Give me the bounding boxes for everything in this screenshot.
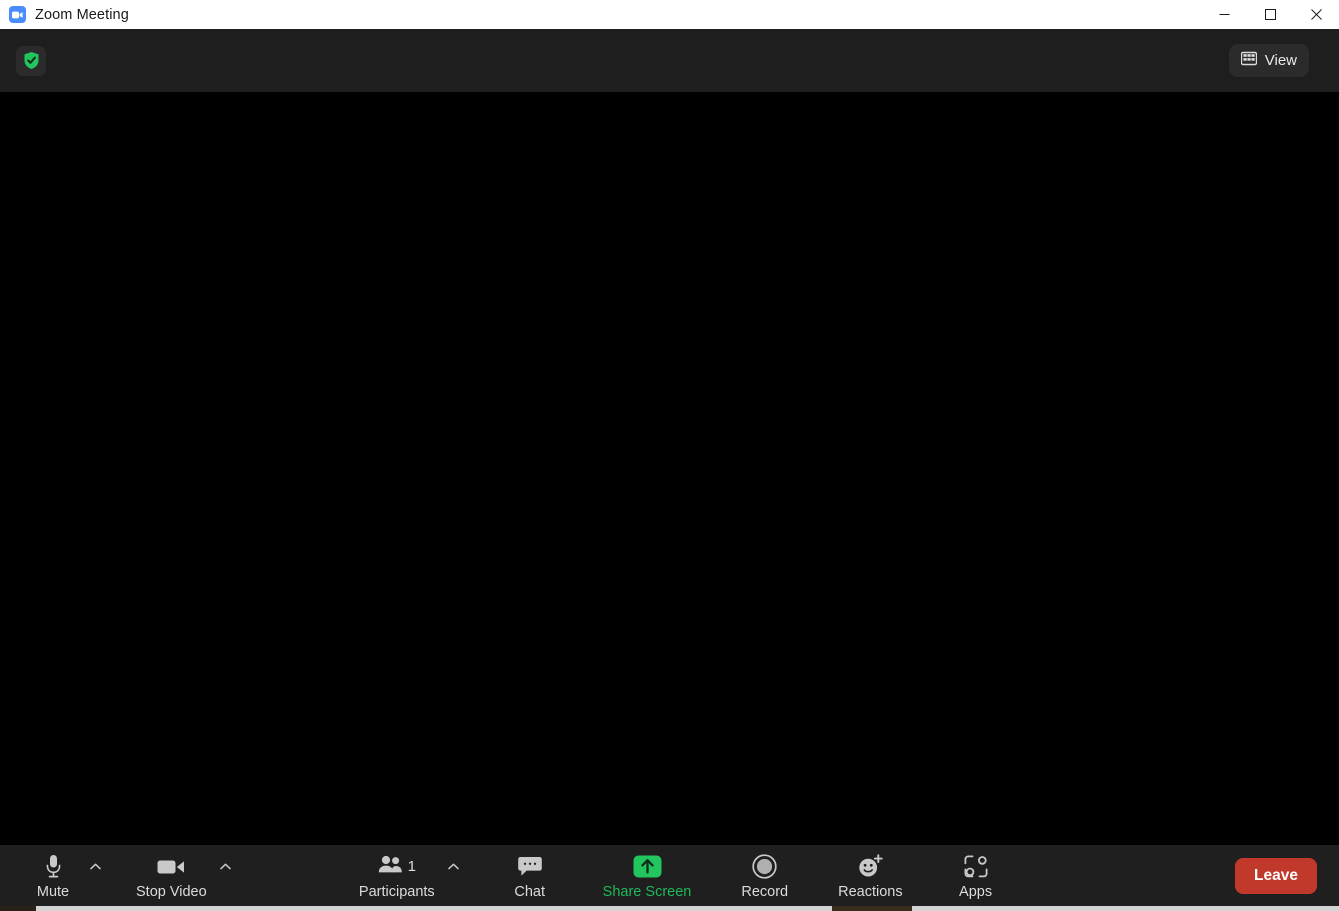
zoom-camera-icon — [9, 6, 26, 23]
chat-button[interactable]: Chat — [499, 850, 561, 902]
toolbar-right-group: Leave — [1235, 857, 1339, 894]
video-stage — [0, 92, 1339, 845]
record-button[interactable]: Record — [733, 850, 796, 902]
video-camera-icon — [157, 854, 185, 880]
participants-count: 1 — [407, 858, 416, 875]
speech-bubble-icon — [517, 854, 542, 880]
share-arrow-up-icon — [633, 854, 662, 880]
meeting-toolbar: Mute Stop Video 1 Participants Chat Shar… — [0, 845, 1339, 906]
participants-button[interactable]: 1 Participants — [351, 850, 443, 902]
apps-button-label: Apps — [959, 883, 993, 900]
reactions-button-label: Reactions — [838, 883, 903, 900]
desktop-edge-strip — [0, 906, 1339, 911]
microphone-icon — [45, 854, 62, 880]
participants-control-group: 1 Participants — [351, 850, 465, 902]
gallery-grid-icon — [1240, 51, 1257, 70]
apps-button[interactable]: Apps — [945, 850, 1007, 902]
record-circle-icon — [752, 854, 777, 880]
toolbar-center-group: 1 Participants Chat Share Screen Record … — [351, 850, 1007, 902]
stop-video-button[interactable]: Stop Video — [128, 850, 215, 902]
share-screen-button[interactable]: Share Screen — [595, 850, 700, 902]
view-button-label: View — [1264, 52, 1297, 69]
desktop-edge-segment-left — [0, 906, 36, 911]
shield-check-icon[interactable] — [16, 45, 46, 76]
window-controls — [1201, 0, 1339, 29]
toolbar-left-group: Mute Stop Video — [0, 850, 237, 902]
reactions-button[interactable]: Reactions — [830, 850, 910, 902]
mute-button-label: Mute — [36, 883, 70, 900]
participants-button-label: Participants — [358, 883, 435, 900]
desktop-edge-segment-center — [832, 906, 912, 911]
stop-video-button-label: Stop Video — [136, 883, 207, 900]
window-titlebar: Zoom Meeting — [0, 0, 1339, 29]
titlebar-left-group: Zoom Meeting — [0, 6, 129, 23]
view-button[interactable]: View — [1228, 44, 1309, 77]
meeting-header-bar: View — [0, 29, 1339, 92]
smiley-plus-icon — [857, 854, 883, 880]
video-control-group: Stop Video — [128, 850, 237, 902]
people-icon-row: 1 — [378, 854, 416, 880]
participants-options-chevron-up-icon[interactable] — [443, 854, 465, 880]
share-screen-button-label: Share Screen — [602, 883, 692, 900]
audio-options-chevron-up-icon[interactable] — [84, 854, 106, 880]
minimize-icon[interactable] — [1201, 0, 1247, 29]
chat-button-label: Chat — [514, 883, 545, 900]
mute-button[interactable]: Mute — [22, 850, 84, 902]
mute-control-group: Mute — [22, 850, 106, 902]
apps-bracket-icon — [964, 854, 988, 880]
people-icon — [378, 855, 403, 879]
maximize-icon[interactable] — [1247, 0, 1293, 29]
leave-button[interactable]: Leave — [1235, 857, 1317, 894]
record-button-label: Record — [741, 883, 789, 900]
video-options-chevron-up-icon[interactable] — [215, 854, 237, 880]
zoom-meeting-window: Zoom Meeting View Mute Stop Video 1 Part… — [0, 0, 1339, 911]
close-icon[interactable] — [1293, 0, 1339, 29]
window-title: Zoom Meeting — [35, 6, 129, 23]
